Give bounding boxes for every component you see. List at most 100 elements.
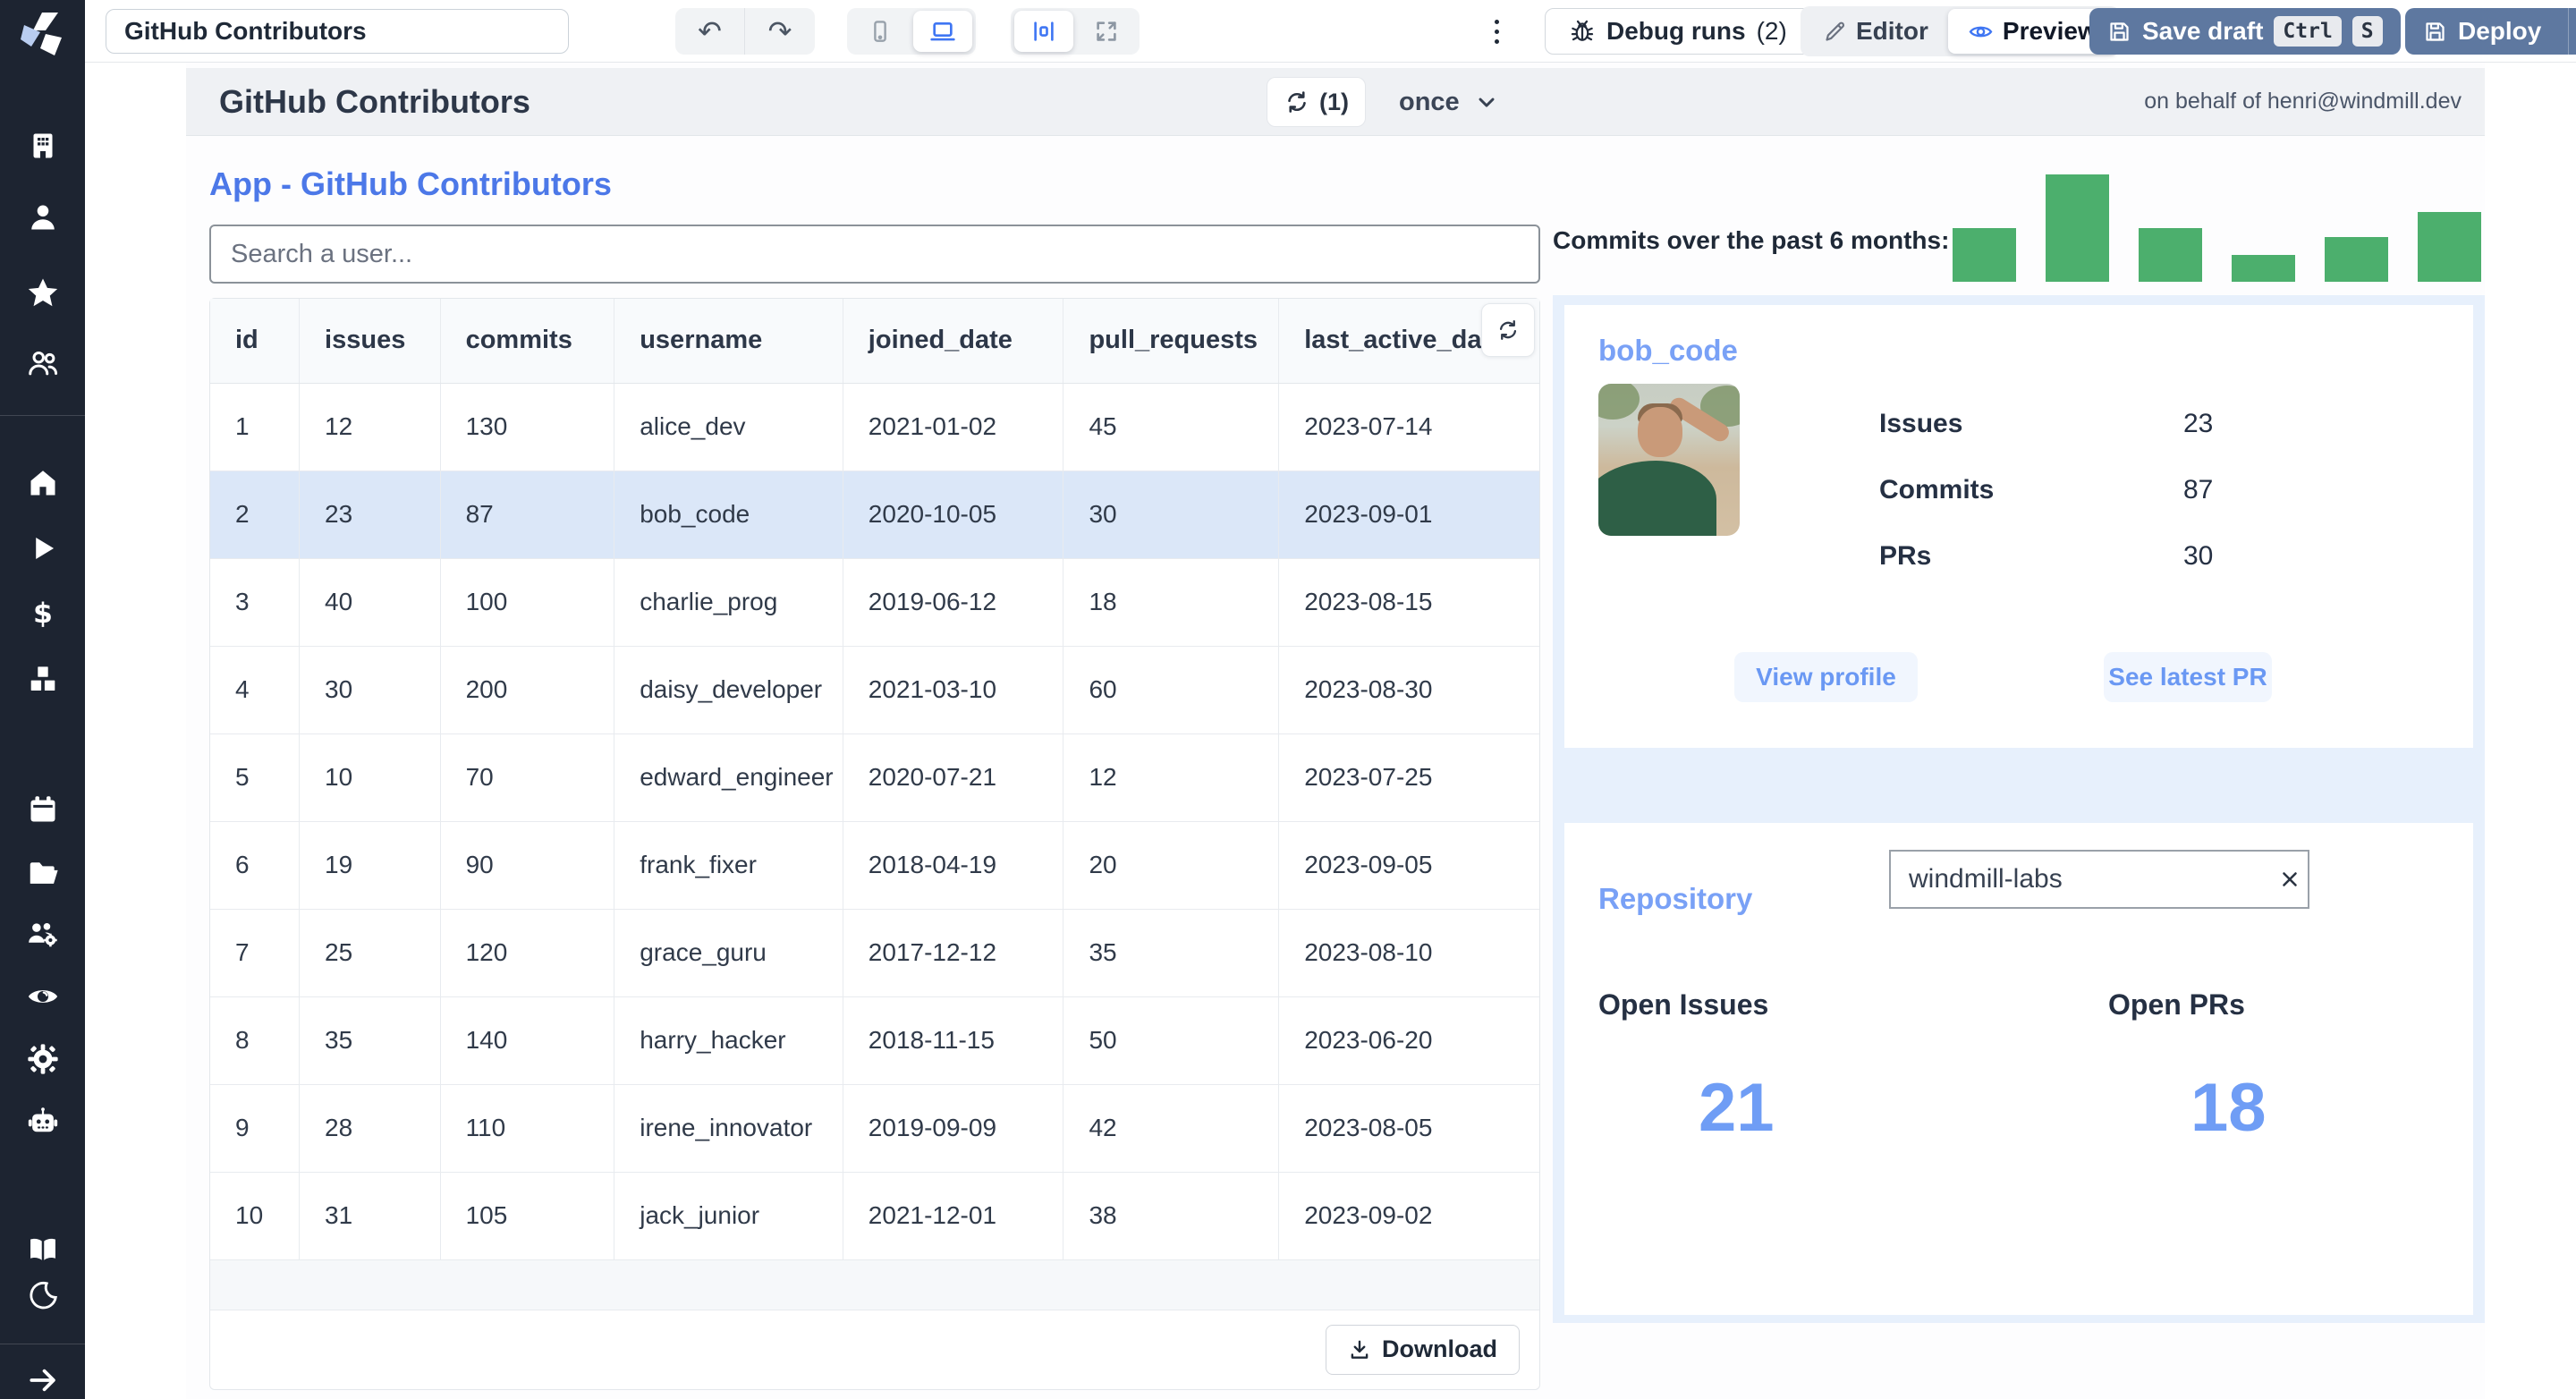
- windmill-logo[interactable]: [19, 9, 67, 59]
- docs-book-icon[interactable]: [26, 1233, 60, 1267]
- debug-runs-button[interactable]: Debug runs (2): [1545, 8, 1811, 55]
- table-cell[interactable]: 20: [1063, 821, 1280, 910]
- table-cell[interactable]: 45: [1063, 383, 1280, 471]
- col-username[interactable]: username: [614, 299, 843, 384]
- table-row[interactable]: 6 19 90 frank_fixer 2018-04-19 20 2023-09-05: [210, 821, 1539, 910]
- table-cell[interactable]: 5: [210, 733, 301, 822]
- table-cell[interactable]: 2023-09-01: [1278, 471, 1539, 559]
- more-options-kebab-menu[interactable]: [1477, 11, 1516, 52]
- table-row[interactable]: 7 25 120 grace_guru 2017-12-12 35 2023-08-10: [210, 909, 1539, 997]
- table-cell[interactable]: 30: [1063, 471, 1280, 559]
- table-cell[interactable]: 19: [299, 821, 441, 910]
- table-cell[interactable]: 2021-01-02: [843, 383, 1064, 471]
- table-row[interactable]: 9 28 110 irene_innovator 2019-09-09 42 2023-08…: [210, 1084, 1539, 1173]
- table-cell[interactable]: 2023-08-10: [1278, 909, 1539, 997]
- table-cell[interactable]: 60: [1063, 646, 1280, 734]
- desktop-view-button[interactable]: [913, 11, 972, 52]
- ai-robot-icon[interactable]: [26, 1106, 60, 1140]
- table-cell[interactable]: 12: [1063, 733, 1280, 822]
- table-cell[interactable]: jack_junior: [614, 1172, 843, 1260]
- undo-button[interactable]: ↶: [675, 8, 745, 55]
- table-cell[interactable]: 23: [299, 471, 441, 559]
- folders-icon[interactable]: [26, 856, 60, 890]
- table-cell[interactable]: 8: [210, 996, 301, 1085]
- table-cell[interactable]: 105: [440, 1172, 615, 1260]
- table-cell[interactable]: 42: [1063, 1084, 1280, 1173]
- table-cell[interactable]: edward_engineer: [614, 733, 843, 822]
- search-input[interactable]: [209, 225, 1540, 284]
- table-row[interactable]: 1 12 130 alice_dev 2021-01-02 45 2023-07-14: [210, 383, 1539, 471]
- table-cell[interactable]: 130: [440, 383, 615, 471]
- col-issues[interactable]: issues: [299, 299, 441, 384]
- table-cell[interactable]: 2017-12-12: [843, 909, 1064, 997]
- table-cell[interactable]: 87: [440, 471, 615, 559]
- table-cell[interactable]: 200: [440, 646, 615, 734]
- table-cell[interactable]: bob_code: [614, 471, 843, 559]
- table-cell[interactable]: 12: [299, 383, 441, 471]
- table-cell[interactable]: 2020-07-21: [843, 733, 1064, 822]
- table-cell[interactable]: 10: [210, 1172, 301, 1260]
- table-cell[interactable]: 2019-06-12: [843, 558, 1064, 647]
- table-cell[interactable]: 50: [1063, 996, 1280, 1085]
- table-cell[interactable]: 140: [440, 996, 615, 1085]
- schedules-calendar-icon[interactable]: [26, 793, 60, 827]
- table-cell[interactable]: 28: [299, 1084, 441, 1173]
- deploy-button[interactable]: Deploy: [2405, 8, 2576, 55]
- audit-eye-icon[interactable]: [26, 979, 60, 1013]
- table-cell[interactable]: 2023-09-05: [1278, 821, 1539, 910]
- table-cell[interactable]: 3: [210, 558, 301, 647]
- table-cell[interactable]: frank_fixer: [614, 821, 843, 910]
- table-cell[interactable]: 9: [210, 1084, 301, 1173]
- view-profile-button[interactable]: View profile: [1734, 652, 1918, 702]
- table-cell[interactable]: 2023-07-14: [1278, 383, 1539, 471]
- app-title-input[interactable]: [106, 9, 569, 54]
- table-cell[interactable]: 38: [1063, 1172, 1280, 1260]
- table-cell[interactable]: 6: [210, 821, 301, 910]
- table-row[interactable]: 3 40 100 charlie_prog 2019-06-12 18 2023-08-15: [210, 558, 1539, 647]
- table-row[interactable]: 5 10 70 edward_engineer 2020-07-21 12 2023-07-…: [210, 733, 1539, 822]
- star-icon[interactable]: [26, 276, 60, 309]
- table-cell[interactable]: 35: [1063, 909, 1280, 997]
- table-cell[interactable]: grace_guru: [614, 909, 843, 997]
- table-cell[interactable]: 10: [299, 733, 441, 822]
- table-cell[interactable]: harry_hacker: [614, 996, 843, 1085]
- table-cell[interactable]: 18: [1063, 558, 1280, 647]
- table-cell[interactable]: 30: [299, 646, 441, 734]
- table-cell[interactable]: 7: [210, 909, 301, 997]
- table-cell[interactable]: 2023-08-15: [1278, 558, 1539, 647]
- settings-gear-icon[interactable]: [26, 1042, 60, 1076]
- app-refresh-button[interactable]: (1): [1267, 77, 1366, 127]
- resources-cubes-icon[interactable]: [26, 662, 60, 696]
- users-icon[interactable]: [26, 346, 60, 380]
- user-icon[interactable]: [26, 200, 60, 234]
- table-cell[interactable]: 2023-09-02: [1278, 1172, 1539, 1260]
- table-cell[interactable]: 2021-12-01: [843, 1172, 1064, 1260]
- download-button[interactable]: Download: [1326, 1324, 1520, 1375]
- table-cell[interactable]: 2018-04-19: [843, 821, 1064, 910]
- variables-dollar-icon[interactable]: $: [26, 597, 60, 631]
- col-joined-date[interactable]: joined_date: [843, 299, 1064, 384]
- table-cell[interactable]: 2023-06-20: [1278, 996, 1539, 1085]
- table-cell[interactable]: 90: [440, 821, 615, 910]
- table-row[interactable]: 8 35 140 harry_hacker 2018-11-15 50 2023-06-20: [210, 996, 1539, 1085]
- clear-input-x-icon[interactable]: [2272, 854, 2308, 904]
- table-cell[interactable]: 2018-11-15: [843, 996, 1064, 1085]
- fullscreen-button[interactable]: [1077, 11, 1136, 52]
- table-refresh-button[interactable]: [1481, 303, 1535, 357]
- expand-sidebar-arrow-icon[interactable]: [26, 1363, 60, 1397]
- runs-play-icon[interactable]: [26, 531, 60, 565]
- table-row[interactable]: 10 31 105 jack_junior 2021-12-01 38 2023-09-02: [210, 1172, 1539, 1260]
- home-icon[interactable]: [26, 466, 60, 500]
- table-cell[interactable]: 110: [440, 1084, 615, 1173]
- col-id[interactable]: id: [210, 299, 301, 384]
- table-cell[interactable]: 2: [210, 471, 301, 559]
- table-cell[interactable]: irene_innovator: [614, 1084, 843, 1173]
- table-cell[interactable]: charlie_prog: [614, 558, 843, 647]
- table-cell[interactable]: 2019-09-09: [843, 1084, 1064, 1173]
- workspace-building-icon[interactable]: [26, 129, 60, 163]
- dark-mode-moon-icon[interactable]: [26, 1278, 60, 1312]
- table-cell[interactable]: alice_dev: [614, 383, 843, 471]
- redo-button[interactable]: ↷: [745, 8, 815, 55]
- mobile-view-button[interactable]: [851, 11, 910, 52]
- table-row[interactable]: 2 23 87 bob_code 2020-10-05 30 2023-09-01: [210, 471, 1539, 559]
